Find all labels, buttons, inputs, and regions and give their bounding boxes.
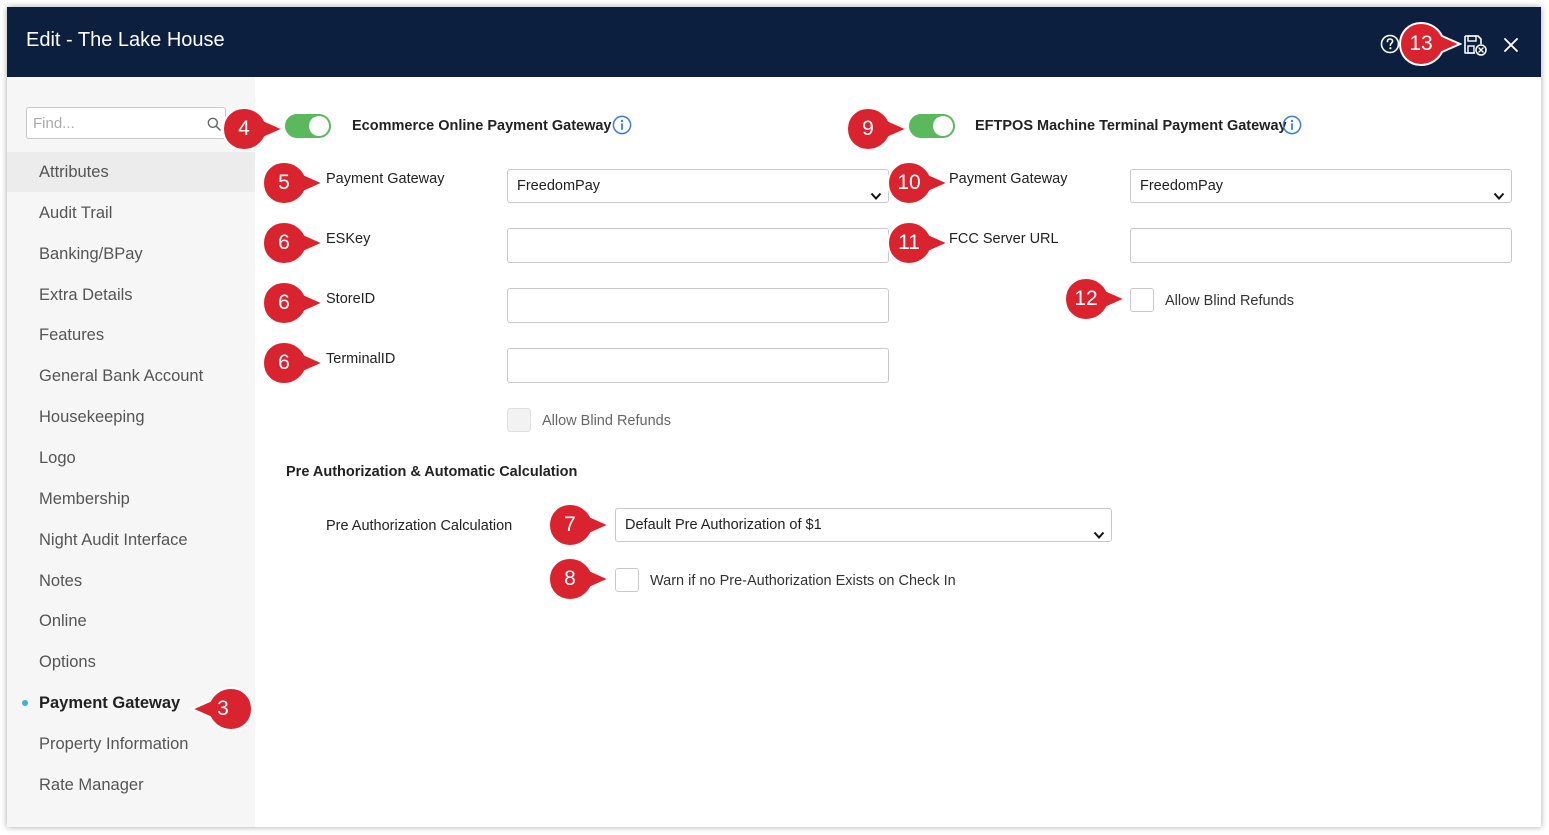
- fcc-server-url-input[interactable]: [1130, 228, 1512, 263]
- storeid-label: StoreID: [326, 291, 376, 307]
- annotation-marker-9: 9: [845, 106, 909, 152]
- terminalid-input[interactable]: [507, 348, 889, 383]
- sidebar-item-banking-bpay[interactable]: Banking/BPay: [7, 234, 255, 274]
- annotation-marker-3: 3: [190, 686, 254, 732]
- preauth-heading: Pre Authorization & Automatic Calculatio…: [286, 464, 578, 480]
- find-input[interactable]: [26, 107, 226, 139]
- annotation-marker-13: 13: [1398, 21, 1462, 67]
- eftpos-gateway-title: EFTPOS Machine Terminal Payment Gateway: [975, 118, 1287, 134]
- annotation-marker-5: 5: [261, 160, 325, 206]
- eftpos-gateway-toggle[interactable]: [909, 114, 955, 138]
- annotation-marker-6: 6: [261, 340, 325, 386]
- eftpos-gateway-select[interactable]: FreedomPay: [1130, 169, 1512, 203]
- annotation-marker-12: 12: [1063, 276, 1127, 322]
- sidebar-item-logo[interactable]: Logo: [7, 438, 255, 478]
- preauth-warn-label: Warn if no Pre-Authorization Exists on C…: [650, 573, 956, 589]
- sidebar-item-general-bank-account[interactable]: General Bank Account: [7, 356, 255, 396]
- ecommerce-gateway-title: Ecommerce Online Payment Gateway: [352, 118, 612, 134]
- sidebar-item-notes[interactable]: Notes: [7, 561, 255, 601]
- annotation-marker-4: 4: [221, 106, 285, 152]
- sidebar: Attributes Audit Trail Banking/BPay Extr…: [7, 77, 255, 827]
- search-icon[interactable]: [207, 117, 221, 136]
- ecommerce-gateway-select[interactable]: FreedomPay: [507, 169, 889, 203]
- annotation-marker-10: 10: [886, 160, 950, 206]
- ecommerce-gateway-label: Payment Gateway: [326, 171, 445, 187]
- dialog-title: Edit - The Lake House: [26, 29, 225, 51]
- sidebar-item-rate-manager[interactable]: Rate Manager: [7, 765, 255, 805]
- eskey-input[interactable]: [507, 228, 889, 263]
- fcc-server-url-label: FCC Server URL: [949, 231, 1059, 247]
- chevron-down-icon: [1093, 520, 1105, 552]
- eftpos-blind-refunds-label: Allow Blind Refunds: [1165, 293, 1294, 309]
- sidebar-item-housekeeping[interactable]: Housekeeping: [7, 397, 255, 437]
- payment-gateway-panel: Ecommerce Online Payment Gateway Payment…: [221, 77, 1541, 827]
- annotation-marker-11: 11: [886, 220, 950, 266]
- toggle-knob: [933, 116, 953, 136]
- preauth-calc-select[interactable]: Default Pre Authorization of $1: [615, 508, 1112, 542]
- terminalid-label: TerminalID: [326, 351, 396, 367]
- eftpos-gateway-label: Payment Gateway: [949, 171, 1068, 187]
- sidebar-item-membership[interactable]: Membership: [7, 479, 255, 519]
- sidebar-item-night-audit-interface[interactable]: Night Audit Interface: [7, 520, 255, 560]
- ecommerce-blind-refunds-label: Allow Blind Refunds: [542, 413, 671, 429]
- annotation-marker-6: 6: [261, 280, 325, 326]
- titlebar: Edit - The Lake House 13: [7, 7, 1541, 77]
- annotation-marker-6: 6: [261, 220, 325, 266]
- preauth-calc-label: Pre Authorization Calculation: [326, 518, 513, 534]
- sidebar-item-online[interactable]: Online: [7, 601, 255, 641]
- sidebar-item-attributes[interactable]: Attributes: [7, 152, 255, 192]
- chevron-down-icon: [1493, 181, 1505, 213]
- eftpos-blind-refunds-checkbox[interactable]: [1130, 288, 1154, 312]
- annotation-marker-7: 7: [547, 502, 611, 548]
- eskey-label: ESKey: [326, 231, 371, 247]
- sidebar-item-extra-details[interactable]: Extra Details: [7, 275, 255, 315]
- edit-dialog: Edit - The Lake House 13 Find... Attribu…: [7, 7, 1541, 827]
- info-icon[interactable]: [1282, 115, 1302, 140]
- storeid-input[interactable]: [507, 288, 889, 323]
- ecommerce-blind-refunds-checkbox: [507, 408, 531, 432]
- toggle-knob: [309, 116, 329, 136]
- sidebar-item-features[interactable]: Features: [7, 315, 255, 355]
- save-close-icon[interactable]: [1463, 34, 1487, 61]
- help-icon[interactable]: [1380, 34, 1400, 59]
- chevron-down-icon: [870, 181, 882, 213]
- ecommerce-gateway-toggle[interactable]: [285, 114, 331, 138]
- info-icon[interactable]: [612, 115, 632, 140]
- preauth-warn-checkbox[interactable]: [615, 568, 639, 592]
- annotation-marker-8: 8: [547, 556, 611, 602]
- close-icon[interactable]: [1503, 37, 1519, 58]
- sidebar-item-audit-trail[interactable]: Audit Trail: [7, 193, 255, 233]
- sidebar-item-options[interactable]: Options: [7, 642, 255, 682]
- active-indicator: [22, 700, 28, 706]
